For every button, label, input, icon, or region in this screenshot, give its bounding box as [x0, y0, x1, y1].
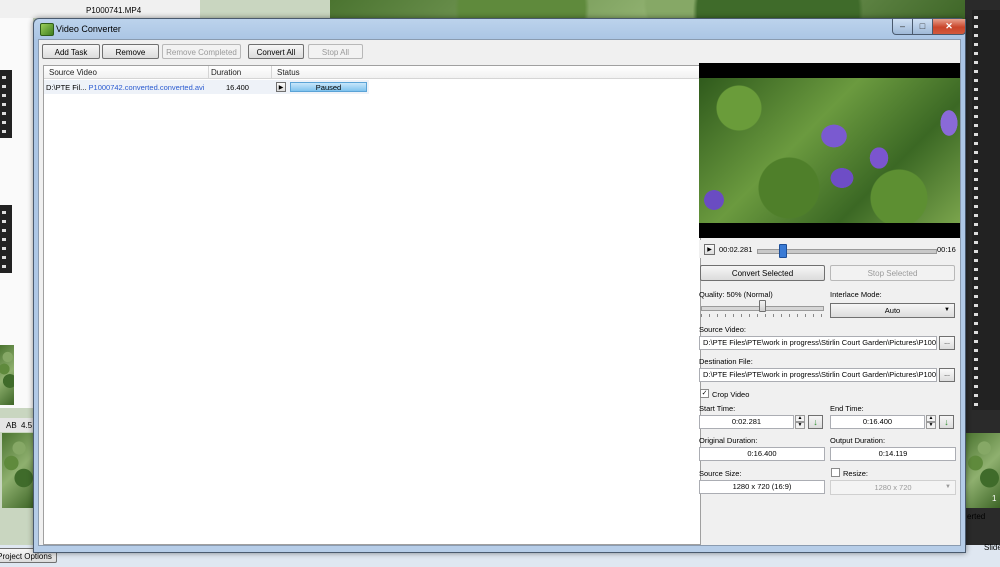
quality-slider-thumb[interactable]: [758, 300, 766, 312]
resize-label[interactable]: Resize:: [843, 469, 868, 478]
ab-value: 4.5: [21, 421, 33, 430]
down-arrow-icon: ↓: [813, 417, 818, 427]
app-icon: [40, 23, 54, 36]
source-video-label: Source Video:: [699, 325, 746, 334]
destination-label: Destination File:: [699, 357, 753, 366]
table-row[interactable]: D:\PTE Fil... P1000742.converted.convert…: [44, 80, 369, 94]
column-divider[interactable]: [208, 66, 209, 78]
start-time-field[interactable]: 0:02.281: [699, 415, 794, 429]
set-end-time-button[interactable]: ↓: [939, 415, 954, 429]
thumbnail-label[interactable]: P1000741.MP4: [86, 6, 141, 15]
column-header-source[interactable]: Source Video: [49, 68, 97, 77]
crop-video-checkbox[interactable]: ✓: [700, 389, 709, 398]
minimize-button[interactable]: –: [892, 19, 913, 35]
close-button[interactable]: ✕: [932, 19, 966, 35]
set-start-time-button[interactable]: ↓: [808, 415, 823, 429]
film-strip-icon: [0, 205, 12, 273]
video-preview[interactable]: [699, 63, 960, 238]
column-divider[interactable]: [271, 66, 272, 78]
convert-selected-button[interactable]: Convert Selected: [700, 265, 825, 281]
spin-down-icon[interactable]: ▼: [795, 422, 805, 429]
film-strip-icon: [0, 70, 12, 138]
row-source: D:\PTE Fil... P1000742.converted.convert…: [46, 83, 204, 92]
quality-label: Quality: 50% (Normal): [699, 290, 773, 299]
maximize-button[interactable]: □: [912, 19, 933, 35]
slide-number: 1: [992, 494, 997, 503]
converted-label: erted: [967, 512, 986, 521]
ab-label: AB: [6, 421, 17, 430]
row-play-button[interactable]: ▶: [276, 82, 286, 92]
resize-checkbox[interactable]: [831, 468, 840, 477]
start-time-label: Start Time:: [699, 404, 736, 413]
background-photo: [330, 0, 970, 20]
chevron-down-icon: ▼: [944, 307, 950, 313]
end-time: 00:16: [937, 245, 956, 254]
end-time-field[interactable]: 0:16.400: [830, 415, 925, 429]
remove-button[interactable]: Remove: [102, 44, 159, 59]
title-bar[interactable]: Video Converter – □ ✕: [34, 19, 966, 39]
original-duration-field: 0:16.400: [699, 447, 825, 461]
resize-value: 1280 x 720: [874, 483, 912, 492]
remove-completed-button[interactable]: Remove Completed: [162, 44, 241, 59]
spin-down-icon[interactable]: ▼: [926, 422, 936, 429]
stop-all-button[interactable]: Stop All: [308, 44, 363, 59]
source-size-field: 1280 x 720 (16:9): [699, 480, 825, 494]
player-controls: ▶ 00:02.281 00:16: [699, 240, 960, 258]
add-task-button[interactable]: Add Task: [42, 44, 100, 59]
output-duration-label: Output Duration:: [830, 436, 886, 445]
end-time-spinner[interactable]: ▲ ▼: [926, 415, 936, 429]
seek-slider-thumb[interactable]: [778, 244, 787, 258]
film-strip-icon: [972, 10, 1000, 410]
down-arrow-icon: ↓: [944, 417, 949, 427]
spin-up-icon[interactable]: ▲: [926, 415, 936, 422]
resize-select[interactable]: 1280 x 720 ▼: [830, 480, 956, 495]
output-duration-field: 0:14.119: [830, 447, 956, 461]
task-list[interactable]: Source Video Duration Status D:\PTE Fil.…: [43, 65, 701, 545]
chevron-down-icon: ▼: [945, 484, 951, 490]
quality-slider-ticks: [701, 314, 822, 317]
source-video-field[interactable]: D:\PTE Files\PTE\work in progress\Stirli…: [699, 336, 937, 350]
play-icon: ▶: [278, 85, 284, 91]
original-duration-label: Original Duration:: [699, 436, 758, 445]
current-time: 00:02.281: [719, 245, 753, 254]
thumbnail-image[interactable]: [0, 345, 14, 405]
crop-video-label[interactable]: Crop Video: [712, 390, 749, 399]
slide-tab[interactable]: Slide: [984, 543, 1000, 552]
browse-destination-button[interactable]: ...: [939, 368, 955, 382]
timeline-thumbnail[interactable]: [2, 433, 33, 508]
column-header-status[interactable]: Status: [277, 68, 300, 77]
source-size-label: Source Size:: [699, 469, 742, 478]
preview-frame: [699, 78, 960, 223]
start-time-spinner[interactable]: ▲ ▼: [795, 415, 805, 429]
destination-field[interactable]: D:\PTE Files\PTE\work in progress\Stirli…: [699, 368, 937, 382]
window-title: Video Converter: [56, 24, 121, 34]
row-status-badge: Paused: [290, 82, 367, 92]
play-button[interactable]: ▶: [704, 244, 715, 255]
column-header-duration[interactable]: Duration: [211, 68, 241, 77]
row-source-file: P1000742.converted.converted.avi: [88, 83, 205, 92]
spin-up-icon[interactable]: ▲: [795, 415, 805, 422]
stop-selected-button[interactable]: Stop Selected: [830, 265, 955, 281]
browse-source-button[interactable]: ...: [939, 336, 955, 350]
end-time-label: End Time:: [830, 404, 864, 413]
row-duration: 16.400: [226, 83, 249, 92]
interlace-label: Interlace Mode:: [830, 290, 882, 299]
task-list-header: Source Video Duration Status: [44, 66, 700, 79]
play-icon: ▶: [707, 247, 712, 253]
interlace-select[interactable]: Auto ▼: [830, 303, 955, 318]
interlace-value: Auto: [884, 306, 901, 315]
convert-all-button[interactable]: Convert All: [248, 44, 304, 59]
row-source-path: D:\PTE Fil...: [46, 83, 87, 92]
